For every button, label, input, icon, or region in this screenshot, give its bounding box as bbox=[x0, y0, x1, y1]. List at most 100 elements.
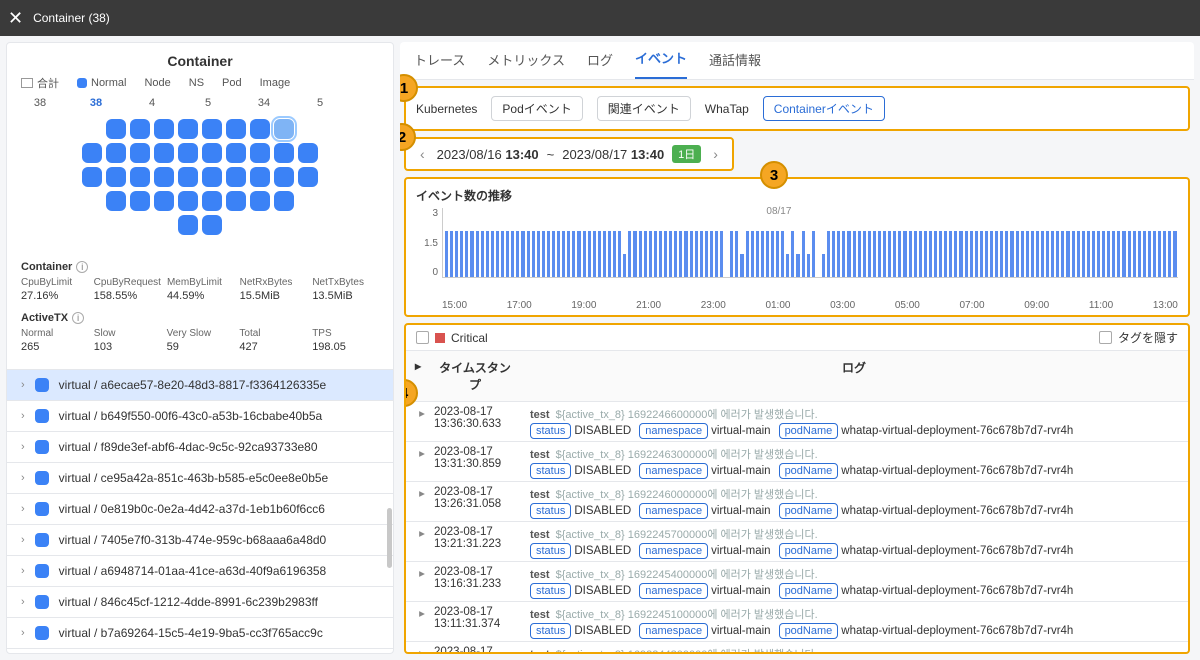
tag-namespace[interactable]: namespace bbox=[639, 583, 708, 599]
tag-status[interactable]: status bbox=[530, 623, 571, 639]
chart-bar[interactable] bbox=[1021, 231, 1024, 277]
chart-bar[interactable] bbox=[888, 231, 891, 277]
chart-bar[interactable] bbox=[746, 231, 749, 277]
chart-bar[interactable] bbox=[1087, 231, 1090, 277]
chart-bar[interactable] bbox=[975, 231, 978, 277]
chart-bar[interactable] bbox=[776, 231, 779, 277]
chart-bar[interactable] bbox=[618, 231, 621, 277]
honeycomb-cell[interactable] bbox=[202, 215, 222, 235]
chart-bar[interactable] bbox=[898, 231, 901, 277]
tab[interactable]: ログ bbox=[587, 50, 613, 79]
chart-bar[interactable] bbox=[735, 231, 738, 277]
expand-icon[interactable]: ▸ bbox=[414, 522, 430, 544]
tab[interactable]: 通話情報 bbox=[709, 50, 761, 79]
chart-bar[interactable] bbox=[730, 231, 733, 277]
chart-bar[interactable] bbox=[684, 231, 687, 277]
chart-bar[interactable] bbox=[613, 231, 616, 277]
chart-bar[interactable] bbox=[654, 231, 657, 277]
chart-bar[interactable] bbox=[980, 231, 983, 277]
chart-bar[interactable] bbox=[903, 231, 906, 277]
next-icon[interactable]: › bbox=[709, 146, 722, 162]
log-row[interactable]: ▸2023-08-1713:16:31.233test ${active_tx_… bbox=[406, 562, 1188, 602]
tag-podname[interactable]: podName bbox=[779, 463, 839, 479]
chart-bar[interactable] bbox=[914, 231, 917, 277]
honeycomb-cell[interactable] bbox=[298, 143, 318, 163]
log-row[interactable]: ▸2023-08-1713:06:30.484test ${active_tx_… bbox=[406, 642, 1188, 652]
virtual-list-row[interactable]: ›virtual / a6ecae57-8e20-48d3-8817-f3364… bbox=[7, 370, 393, 401]
info-icon[interactable]: i bbox=[76, 261, 88, 273]
tag-podname[interactable]: podName bbox=[779, 543, 839, 559]
honeycomb-cell[interactable] bbox=[178, 191, 198, 211]
chart-bar[interactable] bbox=[893, 231, 896, 277]
chart-bar[interactable] bbox=[506, 231, 509, 277]
chart-bar[interactable] bbox=[669, 231, 672, 277]
chart-bar[interactable] bbox=[878, 231, 881, 277]
chart-bar[interactable] bbox=[445, 231, 448, 277]
chart-bar[interactable] bbox=[598, 231, 601, 277]
chart-bar[interactable] bbox=[1168, 231, 1171, 277]
close-icon[interactable]: ✕ bbox=[8, 8, 23, 29]
chart-bar[interactable] bbox=[633, 231, 636, 277]
chart-bar[interactable] bbox=[649, 231, 652, 277]
expand-icon[interactable]: ▸ bbox=[414, 602, 430, 624]
virtual-list-row[interactable]: ›virtual / b649f550-00f6-43c0-a53b-16cba… bbox=[7, 401, 393, 432]
tab[interactable]: イベント bbox=[635, 48, 687, 79]
timerange-picker[interactable]: ‹ 2023/08/16 13:40 ~ 2023/08/17 13:40 1日… bbox=[404, 137, 734, 171]
chart-bar[interactable] bbox=[1158, 231, 1161, 277]
scrollbar[interactable] bbox=[387, 508, 392, 568]
chevron-right-icon[interactable]: › bbox=[21, 503, 25, 515]
honeycomb-cell[interactable] bbox=[130, 191, 150, 211]
chart-bar[interactable] bbox=[853, 231, 856, 277]
tag-podname[interactable]: podName bbox=[779, 423, 839, 439]
chart-bar[interactable] bbox=[674, 231, 677, 277]
chart-bar[interactable] bbox=[659, 231, 662, 277]
chart-bar[interactable] bbox=[944, 231, 947, 277]
hide-tags-checkbox[interactable] bbox=[1099, 331, 1112, 344]
chart-bar[interactable] bbox=[1107, 231, 1110, 277]
virtual-list-row[interactable]: ›virtual / a6948714-01aa-41ce-a63d-40f9a… bbox=[7, 556, 393, 587]
honeycomb-cell[interactable] bbox=[154, 143, 174, 163]
chart-bar[interactable] bbox=[985, 231, 988, 277]
chevron-right-icon[interactable]: › bbox=[21, 472, 25, 484]
chart-bar[interactable] bbox=[949, 231, 952, 277]
honeycomb-cell[interactable] bbox=[178, 143, 198, 163]
tag-namespace[interactable]: namespace bbox=[639, 423, 708, 439]
chart-bar[interactable] bbox=[1082, 231, 1085, 277]
honeycomb-cell[interactable] bbox=[106, 167, 126, 187]
honeycomb-cell[interactable] bbox=[250, 143, 270, 163]
virtual-list-row[interactable]: ›virtual / 0e819b0c-0e2a-4d42-a37d-1eb1b… bbox=[7, 494, 393, 525]
chart-bar[interactable] bbox=[639, 231, 642, 277]
tag-status[interactable]: status bbox=[530, 543, 571, 559]
chart-bar[interactable] bbox=[1122, 231, 1125, 277]
chart-bar[interactable] bbox=[965, 231, 968, 277]
chart-bar[interactable] bbox=[751, 231, 754, 277]
chart-bar[interactable] bbox=[710, 231, 713, 277]
expand-icon[interactable]: ▸ bbox=[414, 402, 430, 424]
chart-bar[interactable] bbox=[608, 231, 611, 277]
chart-bar[interactable] bbox=[1112, 231, 1115, 277]
virtual-list-row[interactable]: ›virtual / ce95a42a-851c-463b-b585-e5c0e… bbox=[7, 463, 393, 494]
honeycomb-cell[interactable] bbox=[82, 167, 102, 187]
chart-bar[interactable] bbox=[460, 231, 463, 277]
honeycomb-cell[interactable] bbox=[298, 167, 318, 187]
chart-bar[interactable] bbox=[847, 231, 850, 277]
chart-bar[interactable] bbox=[511, 231, 514, 277]
chart-bar[interactable] bbox=[562, 231, 565, 277]
chart-bar[interactable] bbox=[796, 254, 799, 277]
log-row[interactable]: ▸2023-08-1713:31:30.859test ${active_tx_… bbox=[406, 442, 1188, 482]
honeycomb-cell[interactable] bbox=[202, 119, 222, 139]
chart-bar[interactable] bbox=[781, 231, 784, 277]
chart-bar[interactable] bbox=[715, 231, 718, 277]
chevron-right-icon[interactable]: › bbox=[21, 441, 25, 453]
chart-bar[interactable] bbox=[939, 231, 942, 277]
chart-bar[interactable] bbox=[766, 231, 769, 277]
honeycomb-cell[interactable] bbox=[154, 191, 174, 211]
chart-bar[interactable] bbox=[954, 231, 957, 277]
chevron-right-icon[interactable]: › bbox=[21, 627, 25, 639]
chart-bar[interactable] bbox=[1102, 231, 1105, 277]
tag-podname[interactable]: podName bbox=[779, 623, 839, 639]
log-body[interactable]: ▸2023-08-1713:36:30.633test ${active_tx_… bbox=[406, 402, 1188, 652]
chevron-right-icon[interactable]: › bbox=[21, 565, 25, 577]
chevron-right-icon[interactable]: › bbox=[21, 410, 25, 422]
chart-bar[interactable] bbox=[883, 231, 886, 277]
